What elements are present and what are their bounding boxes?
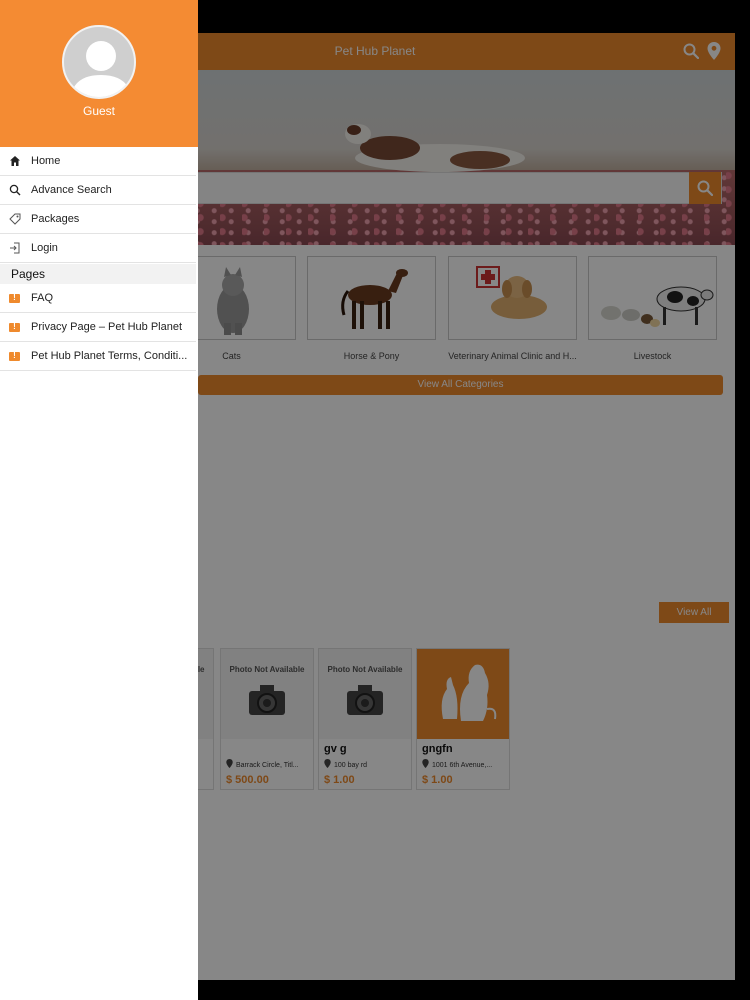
menu-item-label: Privacy Page – Pet Hub Planet [31, 321, 183, 333]
navigation-drawer: Guest Home Advance Search Packages Login… [0, 0, 198, 1000]
avatar[interactable] [62, 25, 136, 99]
user-name: Guest [82, 104, 115, 118]
drawer-header: Guest [0, 0, 198, 147]
menu-item-label: Packages [31, 213, 80, 225]
warning-icon [9, 351, 20, 361]
menu-item-home[interactable]: Home [0, 147, 196, 176]
menu-item-label: Login [31, 242, 58, 254]
pages-section-header: Pages [0, 264, 196, 284]
warning-icon [9, 322, 20, 332]
menu-item-label: FAQ [31, 292, 54, 304]
menu-item-faq[interactable]: FAQ [0, 284, 196, 313]
menu-item-label: Advance Search [31, 184, 112, 196]
menu-item-login[interactable]: Login [0, 234, 196, 263]
home-icon [10, 156, 20, 166]
menu-item-packages[interactable]: Packages [0, 205, 196, 234]
login-icon [10, 242, 20, 254]
menu-item-advance-search[interactable]: Advance Search [0, 176, 196, 205]
menu-item-label: Home [31, 155, 61, 167]
menu-item-terms[interactable]: Pet Hub Planet Terms, Conditi... [0, 342, 196, 371]
menu-item-label: Pet Hub Planet Terms, Conditi... [31, 350, 188, 362]
tag-icon [9, 213, 21, 225]
menu-item-privacy-page[interactable]: Privacy Page – Pet Hub Planet [0, 313, 196, 342]
user-avatar-icon [70, 41, 132, 97]
search-icon [9, 184, 21, 196]
pages-section-title: Pages [11, 267, 46, 281]
warning-icon [9, 293, 20, 303]
screen: Pet Hub Planet Cats Horse & Pony Veterin… [0, 0, 750, 1000]
